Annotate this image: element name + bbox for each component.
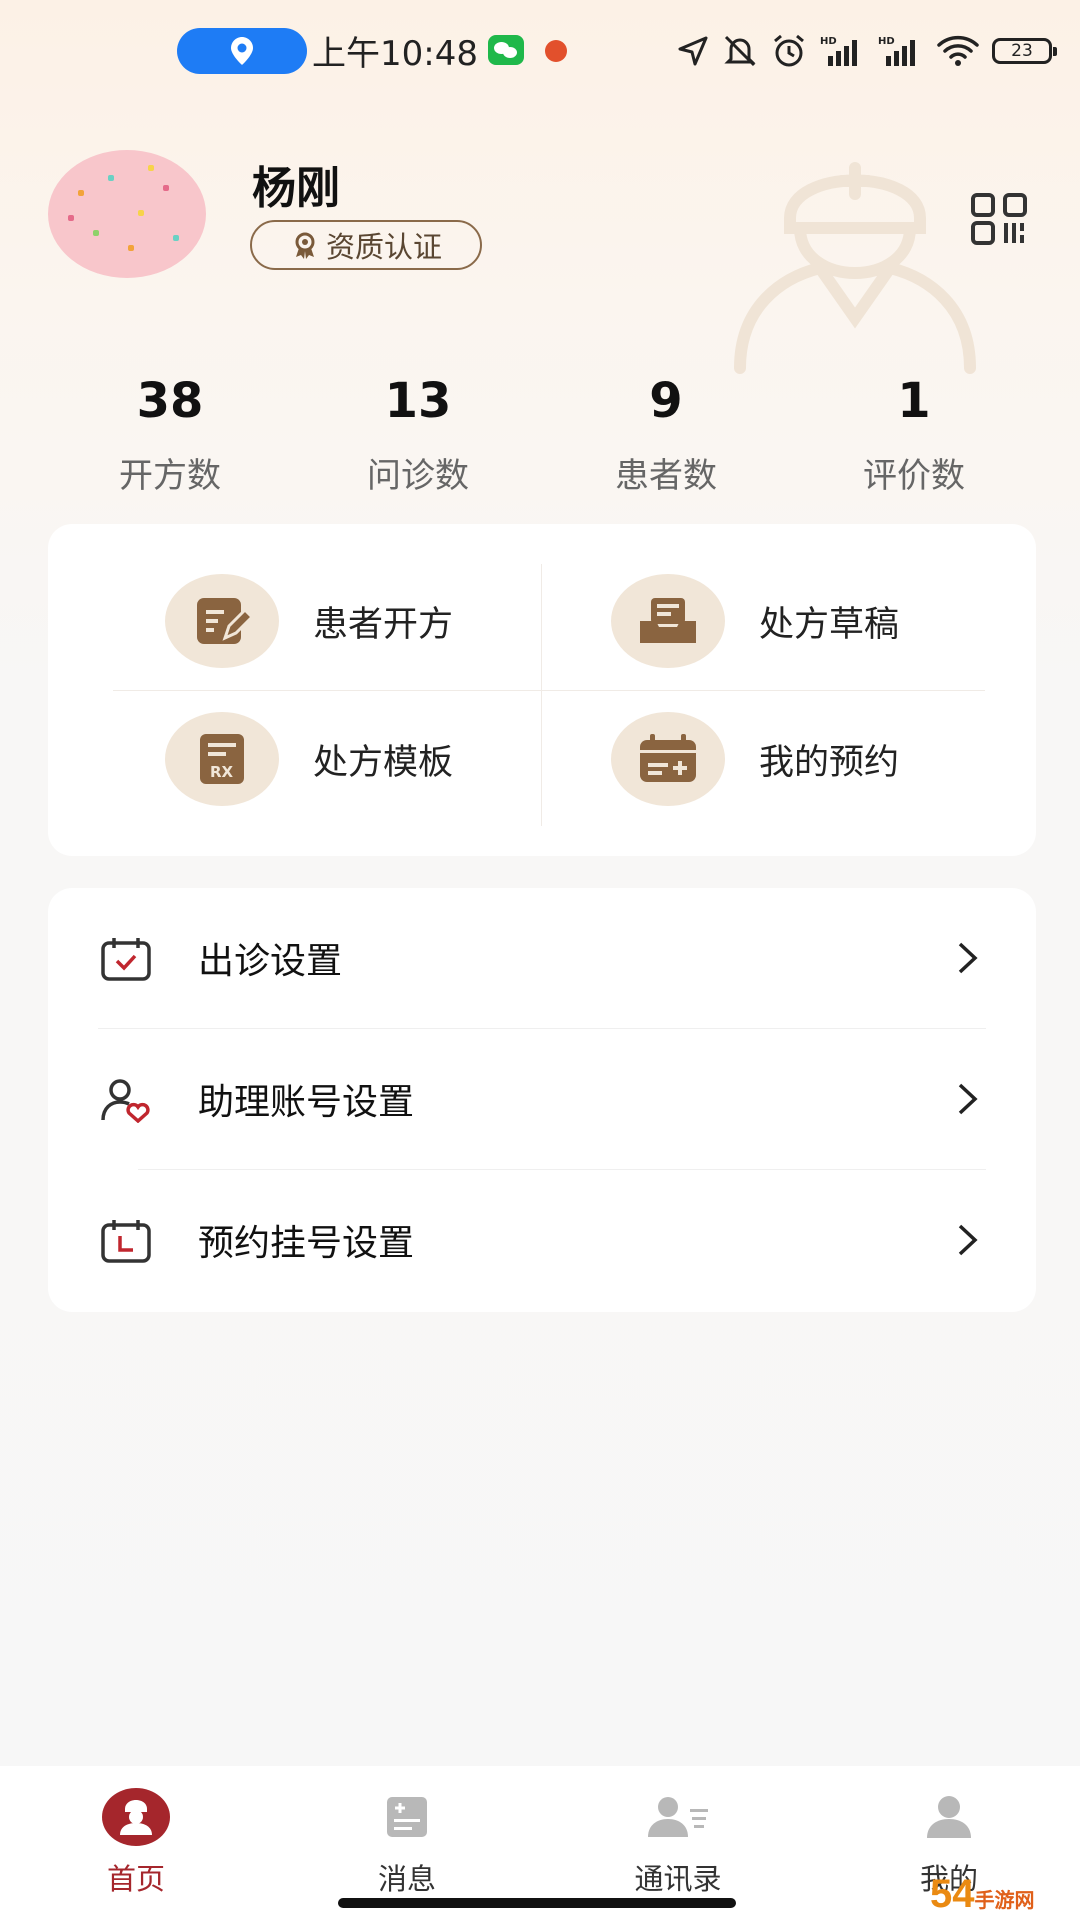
alarm-icon <box>774 34 804 67</box>
function-template[interactable]: RX 处方模板 <box>165 712 453 806</box>
tab-label: 首页 <box>106 1862 165 1896</box>
chevron-right-icon <box>958 1083 978 1115</box>
draft-icon <box>611 574 725 668</box>
function-label: 患者开方 <box>313 604 454 645</box>
settings-list: 出诊设置 助理账号设置 预约挂号设置 <box>48 888 1036 1312</box>
contacts-icon <box>648 1797 708 1837</box>
wifi-icon <box>937 35 979 66</box>
bottom-tab-bar: 首页 消息 通讯录 我的 <box>0 1766 1080 1920</box>
battery-icon: 23 <box>992 38 1057 64</box>
chevron-right-icon <box>958 1224 978 1256</box>
doctor-watermark-icon <box>734 162 976 374</box>
mute-icon <box>724 35 756 67</box>
badge-icon <box>295 232 315 259</box>
doctor-name: 杨刚 <box>252 163 340 214</box>
stat-value: 9 <box>649 373 683 429</box>
avatar[interactable] <box>48 150 206 278</box>
site-watermark-logo: 54手游网 <box>930 1872 1035 1917</box>
certification-label: 资质认证 <box>325 230 442 264</box>
svg-text:HD: HD <box>878 36 895 47</box>
settings-row-schedule[interactable]: 出诊设置 <box>48 888 1036 1027</box>
function-prescribe[interactable]: 患者开方 <box>165 574 453 668</box>
navigation-icon <box>678 36 708 66</box>
watermark-number: 54 <box>930 1872 975 1916</box>
stat-value: 13 <box>384 373 452 429</box>
certification-button[interactable]: 资质认证 <box>250 220 482 270</box>
appointment-icon <box>611 712 725 806</box>
stat-label: 患者数 <box>615 456 717 496</box>
function-draft[interactable]: 处方草稿 <box>611 574 899 668</box>
prescribe-icon <box>165 574 279 668</box>
wechat-icon <box>488 35 524 65</box>
tab-label: 消息 <box>377 1862 436 1896</box>
tab-contacts[interactable]: 通讯录 <box>593 1782 763 1898</box>
watermark-domain: 手游网 <box>974 1890 1035 1912</box>
chevron-right-icon <box>958 942 978 974</box>
stat-value: 38 <box>136 373 204 429</box>
calendar-check-icon <box>101 938 151 981</box>
signal-hd-icon: HD <box>820 36 857 66</box>
stats-row: 38 开方数 13 问诊数 9 患者数 1 评价数 <box>0 370 1080 497</box>
status-icons: HD HD 23 <box>676 28 1057 74</box>
divider <box>541 564 542 826</box>
stat-label: 评价数 <box>863 456 965 496</box>
function-grid: 患者开方 处方草稿 RX 处方模板 我的预约 <box>48 524 1036 856</box>
settings-label: 出诊设置 <box>198 940 343 982</box>
settings-label: 助理账号设置 <box>198 1081 415 1123</box>
settings-row-registration[interactable]: 预约挂号设置 <box>48 1170 1036 1309</box>
stat-patients[interactable]: 9 患者数 <box>542 370 790 497</box>
stat-prescriptions[interactable]: 38 开方数 <box>46 370 294 497</box>
status-bar: 上午10:48 HD HD 23 <box>0 0 1080 100</box>
app-icon <box>545 40 567 62</box>
user-icon <box>927 1796 971 1838</box>
function-label: 处方模板 <box>313 742 454 783</box>
stat-reviews[interactable]: 1 评价数 <box>790 370 1038 497</box>
function-label: 处方草稿 <box>759 604 900 645</box>
stat-consultations[interactable]: 13 问诊数 <box>294 370 542 497</box>
settings-row-assistant[interactable]: 助理账号设置 <box>48 1029 1036 1168</box>
stat-label: 问诊数 <box>367 456 469 496</box>
assistant-icon <box>101 1079 150 1123</box>
stat-label: 开方数 <box>119 456 221 496</box>
home-indicator[interactable] <box>338 1898 736 1908</box>
doctor-home-icon <box>102 1788 170 1846</box>
location-pill[interactable] <box>177 28 307 74</box>
battery-level: 23 <box>1011 41 1033 61</box>
message-icon <box>387 1797 427 1837</box>
settings-label: 预约挂号设置 <box>198 1222 415 1264</box>
stat-value: 1 <box>897 373 931 429</box>
template-icon: RX <box>165 712 279 806</box>
calendar-clock-icon <box>101 1220 151 1263</box>
tab-messages[interactable]: 消息 <box>322 1782 492 1898</box>
location-icon <box>231 37 253 65</box>
qr-code-icon[interactable] <box>970 192 1030 246</box>
status-time: 上午10:48 <box>312 34 478 74</box>
function-label: 我的预约 <box>759 742 900 783</box>
tab-label: 通讯录 <box>634 1862 722 1896</box>
divider <box>113 690 985 691</box>
tab-home[interactable]: 首页 <box>51 1782 221 1898</box>
svg-text:RX: RX <box>210 763 234 781</box>
svg-text:HD: HD <box>820 36 837 47</box>
signal-hd-icon: HD <box>878 36 915 66</box>
function-appointment[interactable]: 我的预约 <box>611 712 899 806</box>
